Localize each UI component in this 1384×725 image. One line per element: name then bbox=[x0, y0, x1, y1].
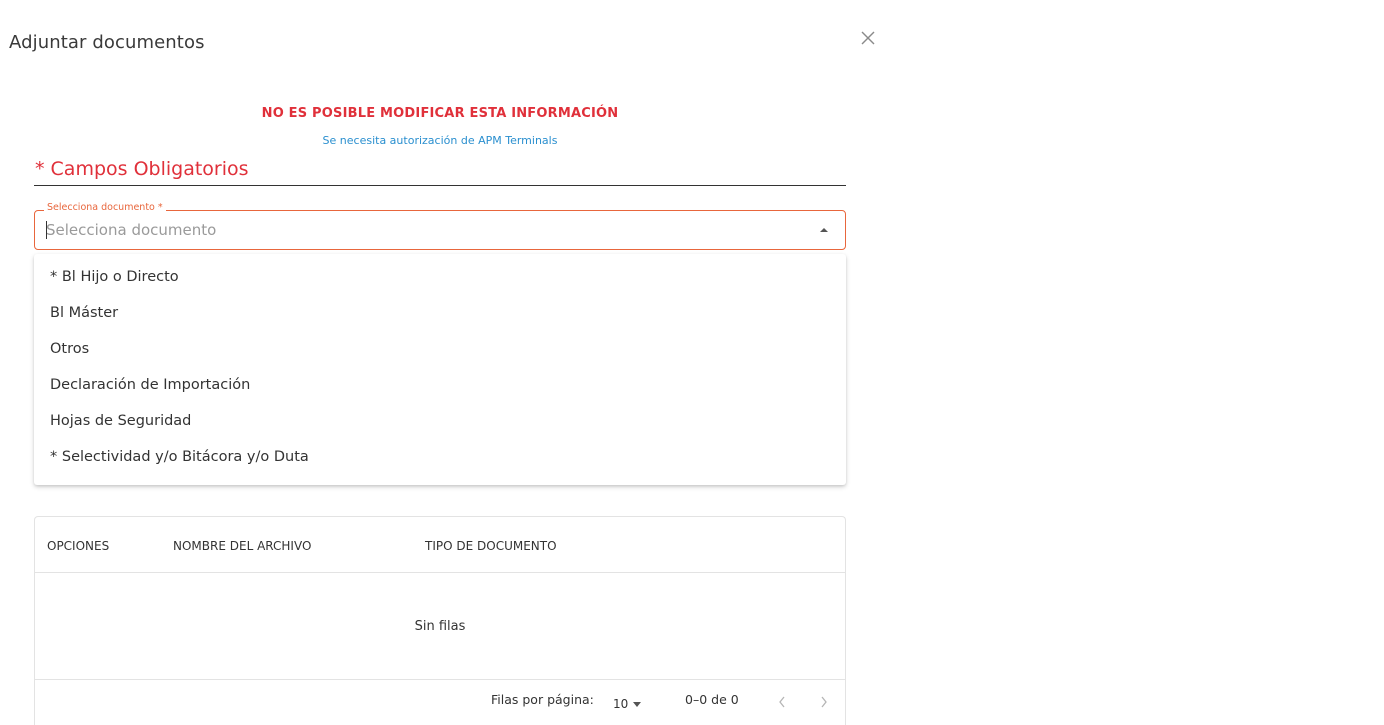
pagination-range: 0–0 de 0 bbox=[685, 692, 739, 707]
document-options-menu: * Bl Hijo o Directo Bl Máster Otros Decl… bbox=[34, 254, 846, 485]
option-declaracion-importacion[interactable]: Declaración de Importación bbox=[34, 367, 846, 403]
close-icon[interactable] bbox=[858, 28, 878, 48]
chevron-left-icon[interactable] bbox=[777, 694, 787, 710]
option-bl-master[interactable]: Bl Máster bbox=[34, 295, 846, 331]
warning-title: NO ES POSIBLE MODIFICAR ESTA INFORMACIÓN bbox=[261, 106, 619, 121]
option-otros[interactable]: Otros bbox=[34, 331, 846, 367]
grid-footer: Filas por página: 10 0–0 de 0 bbox=[35, 679, 845, 725]
text-caret bbox=[46, 221, 47, 239]
document-select-label: Selecciona documento * bbox=[44, 202, 166, 213]
chevron-right-icon[interactable] bbox=[819, 694, 829, 710]
column-header-nombre-archivo[interactable]: NOMBRE DEL ARCHIVO bbox=[173, 539, 311, 553]
warning-subtitle: Se necesita autorización de APM Terminal… bbox=[322, 134, 558, 147]
rows-per-page-label: Filas por página: bbox=[491, 692, 594, 707]
heading-divider bbox=[34, 185, 846, 186]
arrow-down-icon bbox=[633, 702, 641, 707]
grid-header: OPCIONES NOMBRE DEL ARCHIVO TIPO DE DOCU… bbox=[35, 517, 845, 573]
documents-grid: OPCIONES NOMBRE DEL ARCHIVO TIPO DE DOCU… bbox=[34, 516, 846, 725]
dialog-title: Adjuntar documentos bbox=[9, 32, 205, 53]
option-bl-hijo-directo[interactable]: * Bl Hijo o Directo bbox=[34, 259, 846, 295]
option-selectividad-bitacora-duta[interactable]: * Selectividad y/o Bitácora y/o Duta bbox=[34, 439, 846, 475]
arrow-up-icon[interactable] bbox=[819, 226, 829, 234]
empty-rows-message: Sin filas bbox=[414, 619, 466, 634]
option-hojas-seguridad[interactable]: Hojas de Seguridad bbox=[34, 403, 846, 439]
column-header-tipo-documento[interactable]: TIPO DE DOCUMENTO bbox=[425, 539, 557, 553]
rows-per-page-value: 10 bbox=[613, 697, 629, 711]
required-fields-heading: * Campos Obligatorios bbox=[35, 158, 249, 180]
document-select-placeholder: Selecciona documento bbox=[46, 221, 217, 239]
column-header-opciones[interactable]: OPCIONES bbox=[47, 539, 109, 553]
